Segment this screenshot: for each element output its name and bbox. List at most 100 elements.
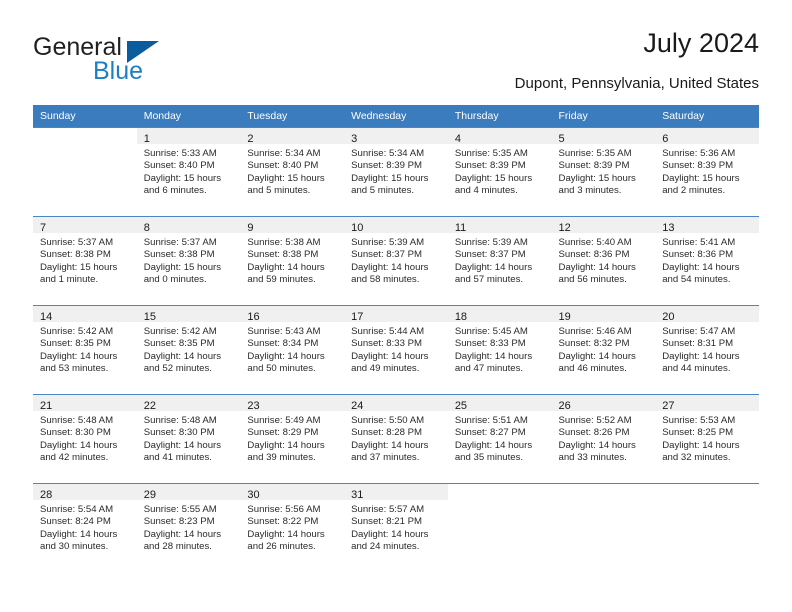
- calendar-day-cell[interactable]: 16 Sunrise: 5:43 AM Sunset: 8:34 PM Dayligh…: [240, 306, 345, 395]
- calendar-page: General Blue July 2024 Dupont, Pennsylva…: [0, 0, 792, 612]
- daylight-text: Daylight: 14 hours and 35 minutes.: [454, 439, 533, 464]
- sunrise-text: Sunrise: 5:55 AM: [143, 504, 217, 515]
- day-number-band: [448, 484, 552, 500]
- calendar-day-cell-empty: [552, 484, 656, 573]
- calendar-day-cell[interactable]: 26 Sunrise: 5:52 AM Sunset: 8:26 PM Dayligh…: [551, 395, 656, 484]
- sunrise-text: Sunrise: 5:47 AM: [662, 326, 736, 337]
- page-header: General Blue July 2024 Dupont, Pennsylva…: [33, 28, 759, 96]
- day-number-band: 27: [655, 395, 759, 412]
- calendar-day-cell[interactable]: 17 Sunrise: 5:44 AM Sunset: 8:33 PM Dayligh…: [344, 306, 448, 395]
- calendar-day-cell[interactable]: 9 Sunrise: 5:38 AM Sunset: 8:38 PM Daylight…: [240, 217, 345, 306]
- daylight-text: Daylight: 14 hours and 44 minutes.: [662, 350, 740, 375]
- day-number-band: 29: [136, 484, 241, 501]
- day-number: 26: [558, 400, 571, 412]
- calendar-day-cell[interactable]: 19 Sunrise: 5:46 AM Sunset: 8:32 PM Dayligh…: [551, 306, 656, 395]
- day-number: 13: [662, 222, 675, 234]
- daylight-text: Daylight: 15 hours and 1 minute.: [40, 261, 118, 286]
- day-sun-info: Sunrise: 5:48 AM Sunset: 8:30 PM Daylight:…: [137, 411, 241, 465]
- calendar-day-cell[interactable]: 25 Sunrise: 5:51 AM Sunset: 8:27 PM Dayligh…: [447, 395, 552, 484]
- day-number-band: 16: [240, 306, 345, 323]
- day-sun-info: Sunrise: 5:51 AM Sunset: 8:27 PM Daylight:…: [448, 411, 552, 465]
- daylight-text: Daylight: 15 hours and 3 minutes.: [558, 172, 636, 197]
- calendar-week-row: 7 Sunrise: 5:37 AM Sunset: 8:38 PM Daylight…: [33, 216, 759, 306]
- calendar-day-cell[interactable]: 6 Sunrise: 5:36 AM Sunset: 8:39 PM Daylight…: [655, 128, 759, 217]
- calendar-day-cell[interactable]: 2 Sunrise: 5:34 AM Sunset: 8:40 PM Daylight…: [240, 128, 345, 217]
- day-number-band: 5: [551, 128, 656, 145]
- calendar-day-cell[interactable]: 13 Sunrise: 5:41 AM Sunset: 8:36 PM Dayligh…: [655, 217, 759, 306]
- calendar-day-cell[interactable]: 24 Sunrise: 5:50 AM Sunset: 8:28 PM Dayligh…: [344, 395, 448, 484]
- weekday-header-monday: Monday: [136, 105, 241, 128]
- daylight-text: Daylight: 14 hours and 56 minutes.: [558, 261, 636, 286]
- day-number-band: 10: [344, 217, 448, 234]
- sunrise-text: Sunrise: 5:54 AM: [40, 504, 114, 515]
- sunrise-text: Sunrise: 5:43 AM: [247, 326, 321, 337]
- day-sun-info: Sunrise: 5:55 AM Sunset: 8:23 PM Daylight:…: [137, 500, 241, 554]
- day-number-band: 28: [33, 484, 137, 501]
- sunrise-text: Sunrise: 5:42 AM: [40, 326, 114, 337]
- sunset-text: Sunset: 8:29 PM: [247, 427, 319, 439]
- day-number-band: 21: [33, 395, 137, 412]
- day-sun-info: Sunrise: 5:35 AM Sunset: 8:39 PM Daylight:…: [448, 144, 552, 198]
- day-sun-info: Sunrise: 5:53 AM Sunset: 8:25 PM Daylight:…: [655, 411, 759, 465]
- calendar-day-cell[interactable]: 1 Sunrise: 5:33 AM Sunset: 8:40 PM Daylight…: [136, 128, 241, 217]
- calendar-day-cell[interactable]: 23 Sunrise: 5:49 AM Sunset: 8:29 PM Dayligh…: [240, 395, 345, 484]
- daylight-text: Daylight: 14 hours and 49 minutes.: [351, 350, 429, 375]
- calendar-day-cell[interactable]: 12 Sunrise: 5:40 AM Sunset: 8:36 PM Dayligh…: [551, 217, 656, 306]
- calendar-day-cell[interactable]: 14 Sunrise: 5:42 AM Sunset: 8:35 PM Dayligh…: [33, 306, 137, 395]
- day-number-band: 13: [655, 217, 759, 234]
- sunset-text: Sunset: 8:25 PM: [662, 427, 734, 439]
- day-number: 30: [247, 489, 260, 501]
- day-sun-info: Sunrise: 5:57 AM Sunset: 8:21 PM Daylight:…: [344, 500, 448, 554]
- calendar-week-row: 14 Sunrise: 5:42 AM Sunset: 8:35 PM Dayligh…: [33, 305, 759, 395]
- page-subtitle-location: Dupont, Pennsylvania, United States: [514, 75, 759, 92]
- sunset-text: Sunset: 8:35 PM: [40, 338, 111, 350]
- calendar-day-cell[interactable]: 20 Sunrise: 5:47 AM Sunset: 8:31 PM Dayligh…: [655, 306, 759, 395]
- sunrise-text: Sunrise: 5:37 AM: [143, 237, 217, 248]
- sunset-text: Sunset: 8:36 PM: [558, 249, 630, 261]
- calendar-day-cell[interactable]: 29 Sunrise: 5:55 AM Sunset: 8:23 PM Dayligh…: [136, 484, 241, 573]
- calendar-day-cell[interactable]: 4 Sunrise: 5:35 AM Sunset: 8:39 PM Daylight…: [447, 128, 552, 217]
- daylight-text: Daylight: 14 hours and 53 minutes.: [40, 350, 118, 375]
- sunset-text: Sunset: 8:34 PM: [247, 338, 319, 350]
- sunrise-text: Sunrise: 5:56 AM: [247, 504, 321, 515]
- calendar-day-cell[interactable]: 10 Sunrise: 5:39 AM Sunset: 8:37 PM Dayligh…: [344, 217, 448, 306]
- calendar-day-cell[interactable]: 8 Sunrise: 5:37 AM Sunset: 8:38 PM Daylight…: [136, 217, 241, 306]
- sunrise-text: Sunrise: 5:34 AM: [351, 148, 425, 159]
- calendar-day-cell-empty: [33, 128, 137, 217]
- sunrise-text: Sunrise: 5:46 AM: [558, 326, 632, 337]
- calendar-day-cell[interactable]: 30 Sunrise: 5:56 AM Sunset: 8:22 PM Dayligh…: [240, 484, 345, 573]
- calendar-day-cell[interactable]: 5 Sunrise: 5:35 AM Sunset: 8:39 PM Daylight…: [551, 128, 656, 217]
- calendar-day-cell[interactable]: 7 Sunrise: 5:37 AM Sunset: 8:38 PM Daylight…: [33, 217, 137, 306]
- calendar-day-cell[interactable]: 22 Sunrise: 5:48 AM Sunset: 8:30 PM Dayligh…: [136, 395, 241, 484]
- weekday-header-thursday: Thursday: [447, 105, 552, 128]
- day-number: 2: [247, 133, 254, 145]
- general-blue-logo[interactable]: General Blue: [33, 33, 253, 89]
- sunset-text: Sunset: 8:30 PM: [40, 427, 111, 439]
- sunset-text: Sunset: 8:24 PM: [40, 516, 111, 528]
- day-number-band: 3: [344, 128, 448, 145]
- daylight-text: Daylight: 15 hours and 5 minutes.: [247, 172, 325, 197]
- sunset-text: Sunset: 8:39 PM: [351, 160, 423, 172]
- sunrise-text: Sunrise: 5:39 AM: [454, 237, 528, 248]
- day-number: 5: [558, 133, 565, 145]
- calendar-day-cell[interactable]: 15 Sunrise: 5:42 AM Sunset: 8:35 PM Dayligh…: [136, 306, 241, 395]
- calendar-day-cell[interactable]: 3 Sunrise: 5:34 AM Sunset: 8:39 PM Daylight…: [344, 128, 448, 217]
- calendar-day-cell[interactable]: 18 Sunrise: 5:45 AM Sunset: 8:33 PM Dayligh…: [447, 306, 552, 395]
- day-number-band: 12: [551, 217, 656, 234]
- calendar-day-cell[interactable]: 27 Sunrise: 5:53 AM Sunset: 8:25 PM Dayligh…: [655, 395, 759, 484]
- day-number-band: 2: [240, 128, 345, 145]
- calendar-day-cell[interactable]: 21 Sunrise: 5:48 AM Sunset: 8:30 PM Dayligh…: [33, 395, 137, 484]
- sunset-text: Sunset: 8:39 PM: [662, 160, 734, 172]
- calendar-day-cell[interactable]: 31 Sunrise: 5:57 AM Sunset: 8:21 PM Dayligh…: [344, 484, 448, 573]
- sunset-text: Sunset: 8:37 PM: [351, 249, 423, 261]
- day-number-band: 1: [136, 128, 241, 145]
- day-sun-info: Sunrise: 5:33 AM Sunset: 8:40 PM Daylight:…: [137, 144, 241, 198]
- sunrise-text: Sunrise: 5:33 AM: [143, 148, 217, 159]
- day-sun-info: Sunrise: 5:52 AM Sunset: 8:26 PM Daylight:…: [552, 411, 656, 465]
- day-sun-info: Sunrise: 5:45 AM Sunset: 8:33 PM Daylight:…: [448, 322, 552, 376]
- day-sun-info: Sunrise: 5:50 AM Sunset: 8:28 PM Daylight:…: [344, 411, 448, 465]
- calendar-day-cell[interactable]: 11 Sunrise: 5:39 AM Sunset: 8:37 PM Dayligh…: [447, 217, 552, 306]
- day-number: 29: [143, 489, 156, 501]
- calendar-day-cell[interactable]: 28 Sunrise: 5:54 AM Sunset: 8:24 PM Dayligh…: [33, 484, 137, 573]
- day-sun-info: Sunrise: 5:34 AM Sunset: 8:39 PM Daylight:…: [344, 144, 448, 198]
